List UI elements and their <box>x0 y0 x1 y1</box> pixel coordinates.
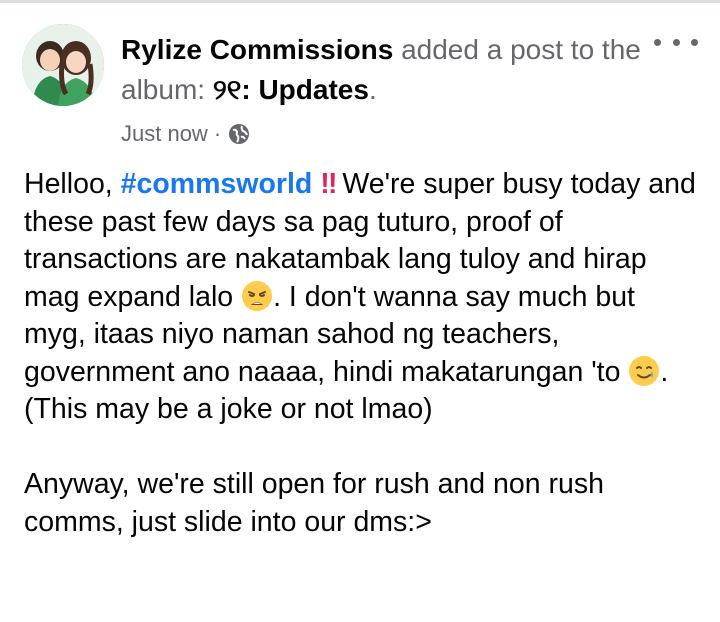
post-header: Rylize Commissions added a post to the a… <box>22 24 698 154</box>
post-paragraph-1: Helloo, #commsworld ‼ We're super busy t… <box>24 166 704 429</box>
post-body: Helloo, #commsworld ‼ We're super busy t… <box>24 166 704 541</box>
author-name[interactable]: Rylize Commissions <box>121 34 393 65</box>
hashtag-link[interactable]: #commsworld <box>121 168 313 200</box>
post-paragraph-2: Anyway, we're still open for rush and no… <box>24 468 604 538</box>
more-dot <box>691 38 698 46</box>
body-text: Helloo, <box>24 168 121 200</box>
more-dot <box>654 38 661 46</box>
double-exclamation-emoji: ‼ <box>320 168 337 200</box>
avatar[interactable] <box>22 24 104 106</box>
meta-separator: · <box>213 121 222 146</box>
weary-face-emoji <box>241 280 273 312</box>
more-dot <box>672 38 680 46</box>
post-meta: Just now · <box>121 118 251 150</box>
smiling-face-with-tear-emoji <box>628 355 660 387</box>
timestamp[interactable]: Just now <box>121 121 208 147</box>
top-divider <box>0 0 720 3</box>
post-header-text: Rylize Commissions added a post to the a… <box>121 30 641 110</box>
more-options-icon[interactable] <box>654 30 698 54</box>
album-suffix: . <box>368 74 377 105</box>
avatar-illustration <box>22 24 104 106</box>
globe-icon[interactable] <box>227 122 251 146</box>
album-link[interactable]: ୨୧: Updates <box>213 74 369 105</box>
